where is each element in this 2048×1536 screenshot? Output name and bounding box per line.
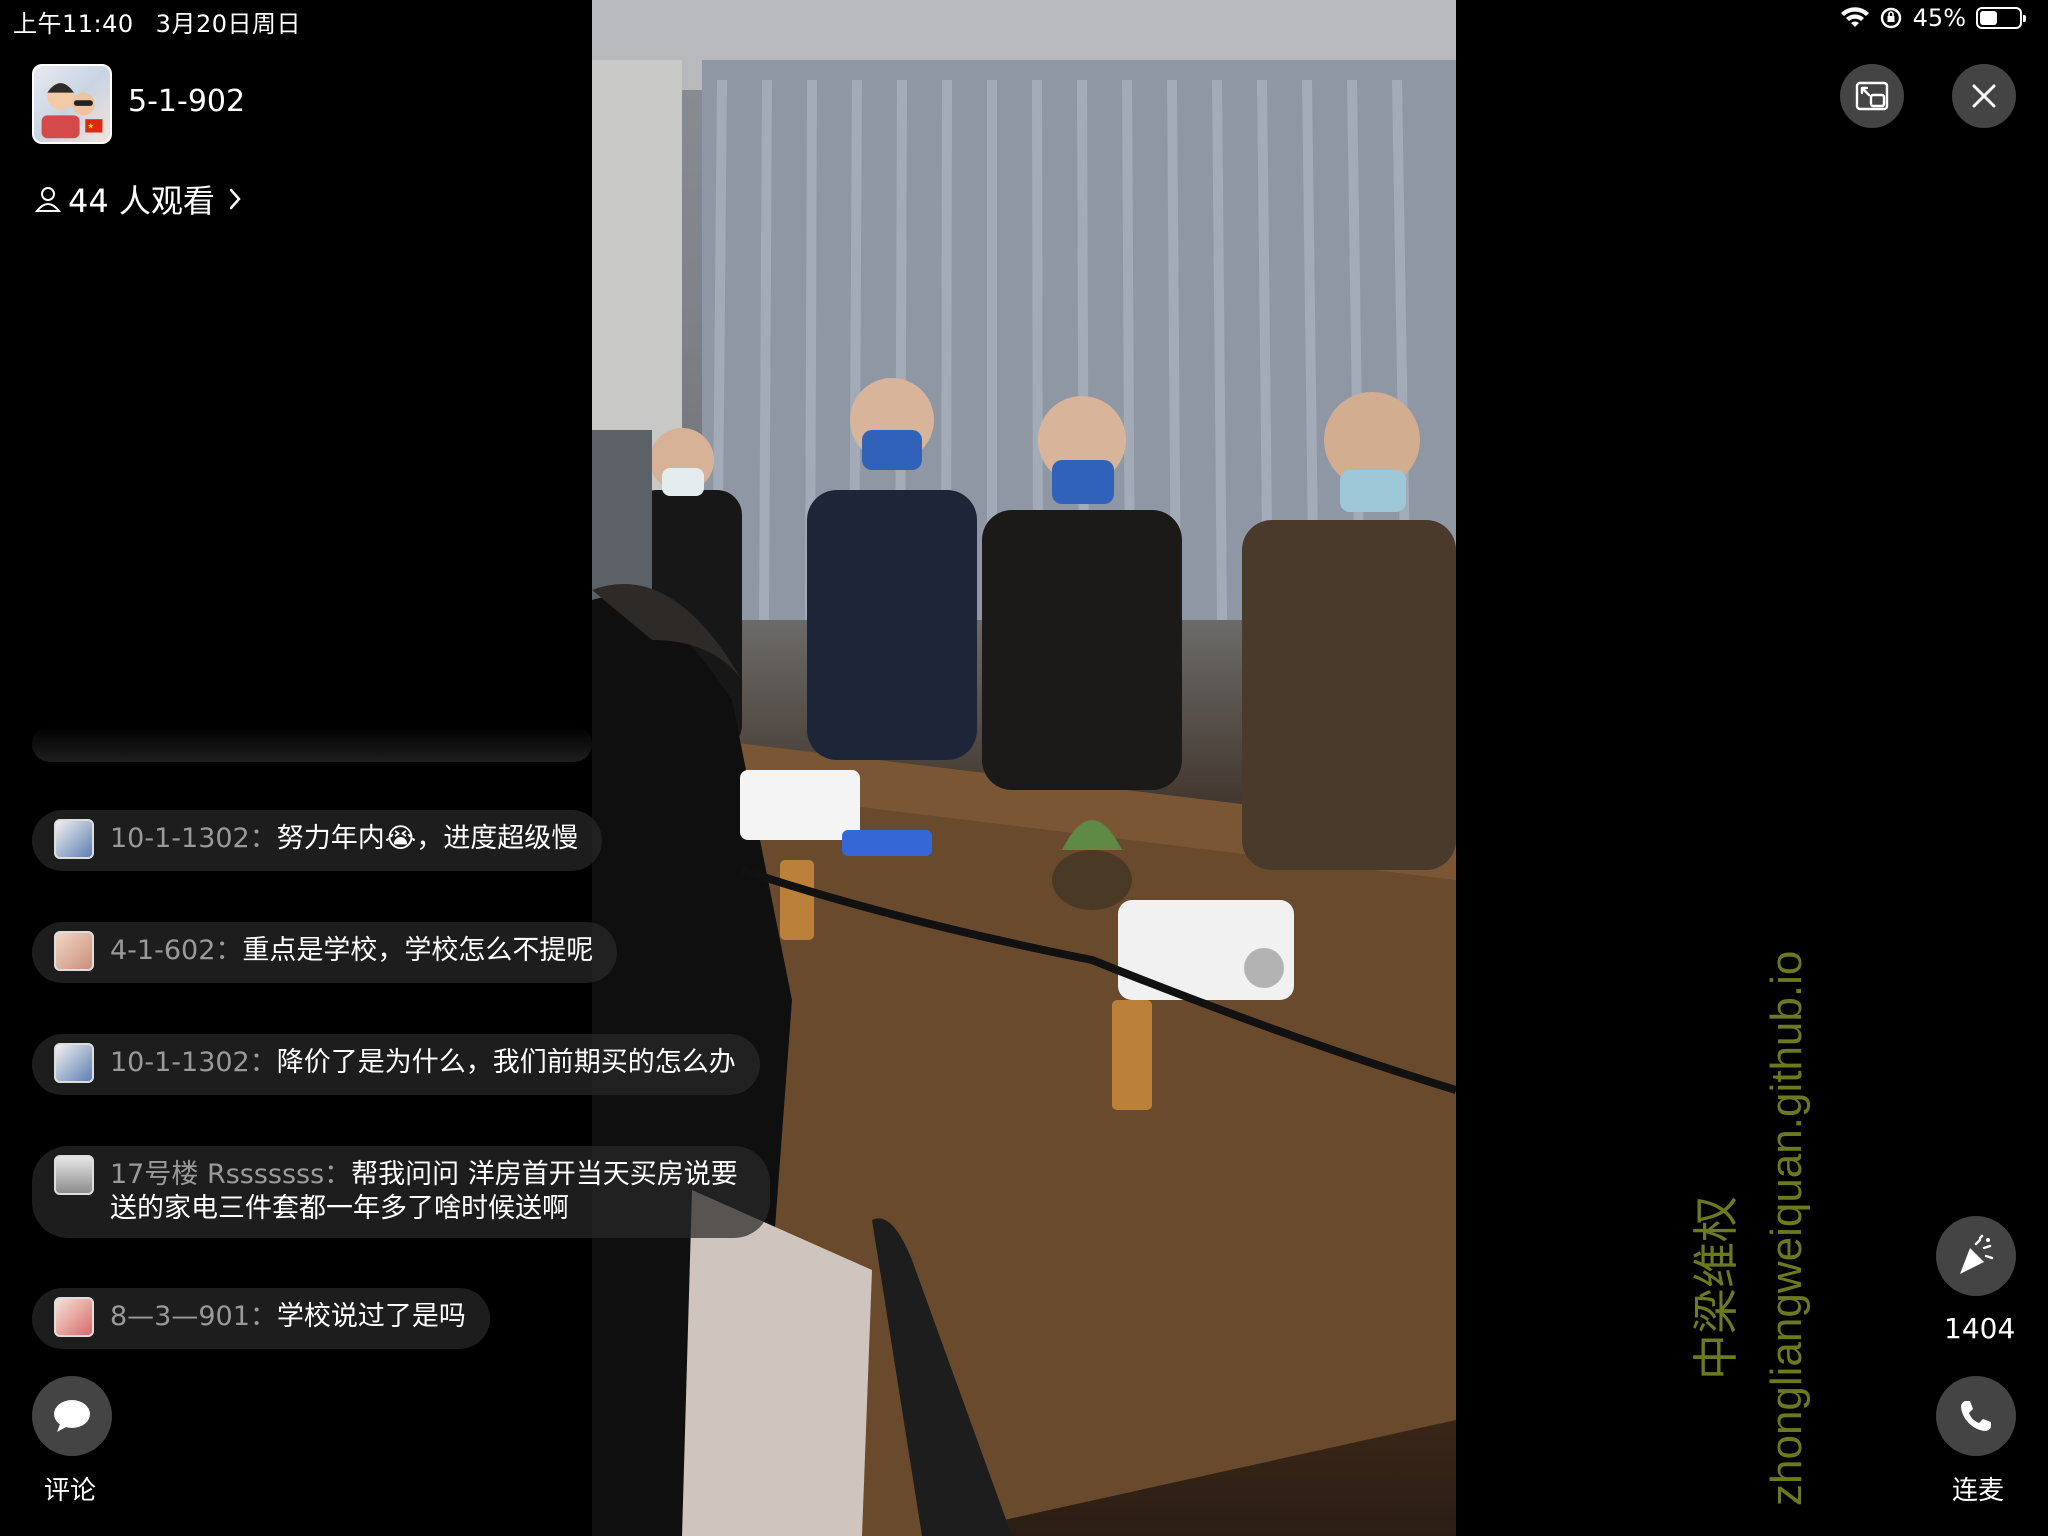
call-button[interactable] — [1936, 1376, 2016, 1456]
comment-item[interactable]: 10-1-1302：努力年内😭，进度超级慢 — [32, 810, 603, 871]
close-button[interactable] — [1952, 64, 2016, 128]
status-time: 上午11:40 — [13, 10, 134, 38]
comment-avatar — [54, 931, 94, 971]
comment-text: 学校说过了是吗 — [276, 1301, 466, 1332]
status-time-date: 上午11:40 3月20日周日 — [13, 4, 301, 39]
call-label[interactable]: 连麦 — [1952, 1470, 2004, 1507]
status-indicators: 45% — [1840, 4, 2026, 32]
like-button[interactable] — [1936, 1216, 2016, 1296]
room-title: 5-1-902 — [128, 84, 246, 119]
close-icon — [1972, 84, 1996, 108]
comment-author: 17号楼 Rsssssss — [110, 1159, 325, 1190]
comment-body: 8—3—901：学校说过了是吗 — [110, 1300, 466, 1334]
comment-text: 重点是学校，学校怎么不提呢 — [242, 935, 594, 966]
video-scene — [592, 0, 1456, 1536]
comment-item[interactable]: 4-1-602：重点是学校，学校怎么不提呢 — [32, 922, 618, 983]
svg-text:★: ★ — [87, 122, 94, 131]
phone-icon — [1961, 1401, 1991, 1431]
comment-body: 4-1-602：重点是学校，学校怎么不提呢 — [110, 934, 593, 968]
comment-avatar — [54, 1043, 94, 1083]
battery-percent: 45% — [1912, 4, 1966, 32]
viewer-count-label: 44 人观看 — [68, 182, 215, 220]
wifi-icon — [1840, 7, 1869, 27]
comment-author: 10-1-1302 — [110, 823, 250, 854]
comment-body: 10-1-1302：努力年内😭，进度超级慢 — [110, 822, 578, 856]
comment-item[interactable]: 10-1-1302：降价了是为什么，我们前期买的怎么办 — [32, 1034, 760, 1095]
orientation-lock-icon — [1880, 7, 1901, 29]
comment-avatar — [54, 1155, 94, 1195]
party-popper-icon — [1960, 1234, 1994, 1274]
comment-text: 降价了是为什么，我们前期买的怎么办 — [276, 1047, 736, 1078]
comment-separator: ： — [249, 823, 277, 854]
comment-separator: ： — [249, 1301, 277, 1332]
live-stream-screen: 上午11:40 3月20日周日 45% ★ 5-1-902 44 人观看 10-… — [0, 0, 2048, 1536]
comment-avatar — [54, 819, 94, 859]
like-count: 1404 — [1944, 1312, 2016, 1345]
comment-body: 17号楼 Rsssssss：帮我问问 洋房首开当天买房说要送的家电三件套都一年多… — [110, 1158, 746, 1226]
battery-icon — [1976, 7, 2026, 29]
comment-author: 8—3—901 — [110, 1301, 250, 1332]
comment-author: 4-1-602 — [110, 935, 216, 966]
host-avatar-image: ★ — [41, 83, 103, 139]
comment-body: 10-1-1302：降价了是为什么，我们前期买的怎么办 — [110, 1046, 736, 1080]
watermark-cn: 中梁维权 — [1689, 1196, 1743, 1380]
comment-item[interactable]: 17号楼 Rsssssss：帮我问问 洋房首开当天买房说要送的家电三件套都一年多… — [32, 1146, 770, 1238]
live-video[interactable] — [592, 0, 1456, 1536]
comment-button[interactable] — [32, 1376, 112, 1456]
comment-item[interactable]: 8—3—901：学校说过了是吗 — [32, 1288, 490, 1349]
viewer-count[interactable]: 44 人观看 — [34, 176, 243, 222]
host-avatar[interactable]: ★ — [32, 64, 112, 144]
person-icon — [34, 187, 62, 212]
comment-avatar — [54, 1297, 94, 1337]
pip-icon — [1855, 81, 1889, 111]
comment-separator: ： — [249, 1047, 277, 1078]
comment-text: 努力年内😭，进度超级慢 — [276, 823, 579, 854]
comment-faded-previous — [32, 726, 592, 762]
comment-label[interactable]: 评论 — [44, 1470, 96, 1507]
battery-level — [1980, 11, 1998, 25]
speech-bubble-icon — [54, 1400, 90, 1432]
status-date: 3月20日周日 — [155, 10, 301, 38]
watermark-url: zhongliangweiquan.github.io — [1762, 950, 1811, 1506]
comment-separator: ： — [324, 1159, 352, 1190]
picture-in-picture-button[interactable] — [1840, 64, 1904, 128]
comment-author: 10-1-1302 — [110, 1047, 250, 1078]
chevron-right-icon — [229, 188, 241, 210]
comment-separator: ： — [215, 935, 243, 966]
